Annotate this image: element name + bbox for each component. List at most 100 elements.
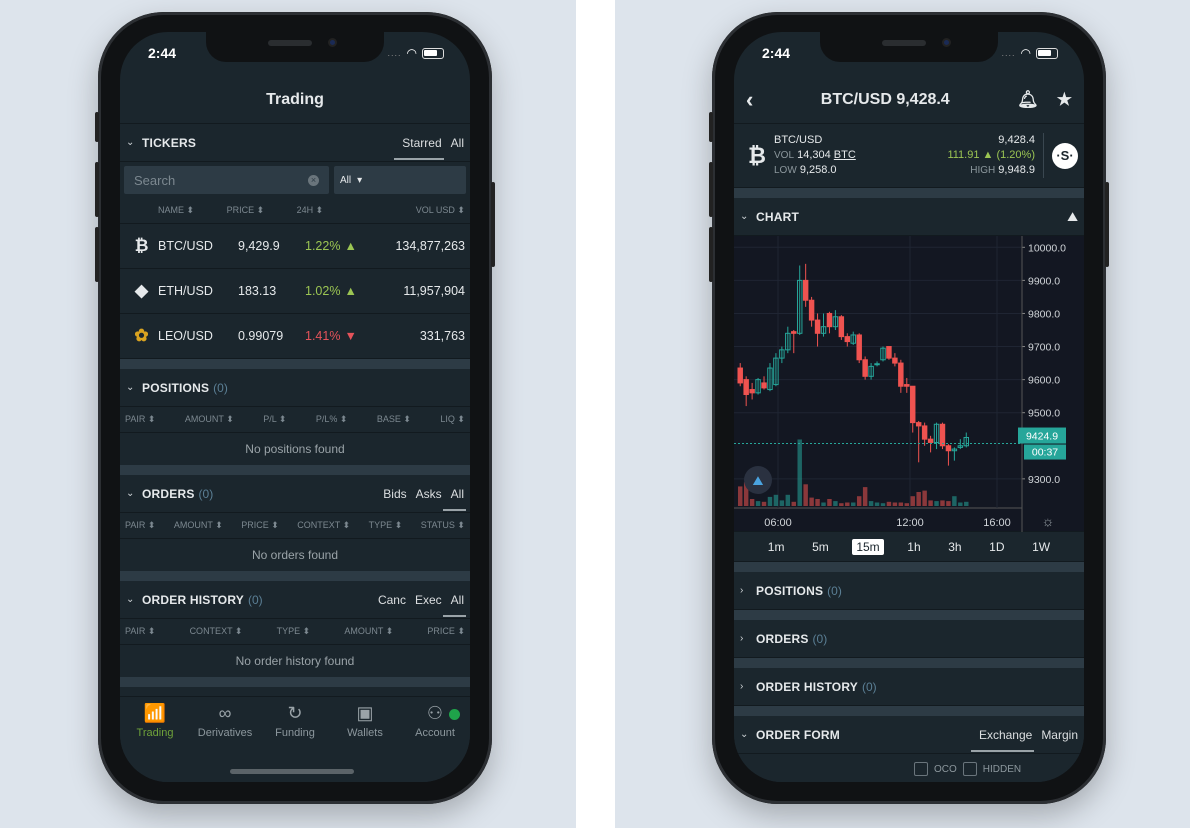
ethereum-icon: ◆ xyxy=(134,281,149,300)
timeframe-3h[interactable]: 3h xyxy=(944,539,965,555)
column-header[interactable]: PAIR ⬍ xyxy=(125,626,155,637)
volume-bar xyxy=(779,500,785,506)
sort-icon: ⬍ xyxy=(223,414,234,424)
column-label: AMOUNT xyxy=(344,626,384,636)
section-header[interactable]: › ORDERS (0) xyxy=(734,620,1084,658)
x-tick-label: 16:00 xyxy=(983,517,1011,529)
hidden-checkbox[interactable] xyxy=(962,762,977,776)
column-header[interactable]: PAIR ⬍ xyxy=(125,414,155,425)
order-form-header[interactable]: ⌄ ORDER FORM Exchange Margin xyxy=(734,716,1084,754)
column-header[interactable]: PAIR ⬍ xyxy=(125,520,155,531)
volume-bar xyxy=(946,501,951,506)
orders-header[interactable]: ⌄ ORDERS (0) Bids Asks All xyxy=(120,475,470,513)
oco-checkbox[interactable] xyxy=(914,762,928,776)
volume-bar xyxy=(898,502,904,506)
column-header[interactable]: LIQ ⬍ xyxy=(440,414,465,425)
back-icon[interactable]: ‹ xyxy=(746,87,753,113)
timeframe-15m[interactable]: 15m xyxy=(852,538,884,555)
tab-bids[interactable]: Bids xyxy=(383,477,406,511)
nav-item-account[interactable]: ⚇ Account xyxy=(400,703,470,782)
timeframe-1W[interactable]: 1W xyxy=(1028,539,1054,555)
column-header[interactable]: AMOUNT ⬍ xyxy=(344,626,393,637)
section-title: ORDERS xyxy=(142,486,195,501)
bell-icon[interactable]: 🔔︎ xyxy=(1017,90,1039,110)
tab-all[interactable]: All xyxy=(442,583,467,617)
timeframe-5m[interactable]: 5m xyxy=(808,539,833,555)
column-header[interactable]: AMOUNT ⬍ xyxy=(185,414,234,425)
clear-icon[interactable]: × xyxy=(308,174,319,186)
column-header[interactable]: AMOUNT ⬍ xyxy=(174,520,223,531)
column-header[interactable]: STATUS ⬍ xyxy=(421,520,465,531)
count-badge: (0) xyxy=(812,631,828,646)
section-title: POSITIONS xyxy=(756,583,824,598)
positions-header[interactable]: ⌄ POSITIONS (0) xyxy=(120,369,470,407)
tab-exchange[interactable]: Exchange xyxy=(970,718,1035,752)
column-label: PRICE xyxy=(427,626,455,636)
column-header[interactable]: P/L ⬍ xyxy=(263,414,286,425)
tab-canc[interactable]: Canc xyxy=(378,583,406,617)
home-indicator xyxy=(230,769,354,774)
timeframe-selector: 1m 5m 15m 1h 3h 1D 1W xyxy=(734,532,1084,562)
timeframe-1D[interactable]: 1D xyxy=(985,539,1008,555)
column-header[interactable]: BASE ⬍ xyxy=(377,414,411,425)
column-header[interactable]: PRICE ⬍ xyxy=(241,520,279,531)
notch xyxy=(820,32,998,62)
up-arrow-icon: ▲ xyxy=(982,149,994,161)
tab-all[interactable]: All xyxy=(451,126,464,160)
volume-bar xyxy=(833,501,838,506)
section-header[interactable]: › ORDER HISTORY (0) xyxy=(734,668,1084,706)
column-header[interactable]: CONTEXT ⬍ xyxy=(297,520,350,531)
tickers-header[interactable]: ⌄ TICKERS Starred All xyxy=(120,124,470,162)
column-header[interactable]: CONTEXT ⬍ xyxy=(190,626,243,637)
column-header[interactable]: TYPE ⬍ xyxy=(277,626,311,637)
orders-section: › ORDERS (0) xyxy=(734,620,1084,658)
search-input[interactable]: Search × xyxy=(124,166,329,194)
order-history-header[interactable]: ⌄ ORDER HISTORY (0) Canc Exec All xyxy=(120,581,470,619)
volume-unit-link[interactable]: BTC xyxy=(834,149,856,161)
tab-all[interactable]: All xyxy=(442,477,467,511)
col-name[interactable]: NAME ⬍ xyxy=(158,205,194,216)
nav-item-trading[interactable]: 📶 Trading xyxy=(120,703,190,782)
chart-type-icon[interactable]: ⛰ xyxy=(1067,209,1078,225)
tab-margin[interactable]: Margin xyxy=(1041,718,1078,752)
col-24h[interactable]: 24H ⬍ xyxy=(297,205,324,216)
column-label: PAIR xyxy=(125,414,146,424)
chart-svg: 10000.0 9900.0 9800.0 9700.0 9600.0 9500.0 930… xyxy=(734,236,1066,532)
timeframe-1m[interactable]: 1m xyxy=(764,539,789,555)
col-price[interactable]: PRICE ⬍ xyxy=(227,205,265,216)
sort-icon: ⬍ xyxy=(337,414,348,424)
volume-bar xyxy=(862,487,868,506)
chevron-right-icon: › xyxy=(740,585,744,596)
candlestick-chart[interactable]: 10000.0 9900.0 9800.0 9700.0 9600.0 9500.0 930… xyxy=(734,236,1084,532)
positions-section: ⌄ POSITIONS (0) PAIR ⬍ AMOUNT ⬍ P/L ⬍ P/L% … xyxy=(120,369,470,465)
tab-exec[interactable]: Exec xyxy=(415,583,442,617)
ticker-row[interactable]: ₿ BTC/USD 9,429.9 1.22% ▲ 134,877,263 xyxy=(120,224,470,269)
timeframe-1h[interactable]: 1h xyxy=(903,539,924,555)
column-header[interactable]: P/L% ⬍ xyxy=(316,414,348,425)
candle-body xyxy=(749,389,755,394)
volume-bar xyxy=(845,502,850,506)
ticker-row[interactable]: ✿ LEO/USD 0.99079 1.41% ▼ 331,763 xyxy=(120,314,470,359)
ticker-price: 183.13 xyxy=(238,284,277,298)
change-value: 1.41% xyxy=(305,329,341,343)
tab-asks[interactable]: Asks xyxy=(416,477,442,511)
candle-body xyxy=(743,379,749,396)
tab-starred[interactable]: Starred xyxy=(394,126,445,160)
chart-header[interactable]: ⌄ CHART ⛰ xyxy=(734,198,1084,236)
last-price: 9,428.4 xyxy=(998,134,1035,146)
column-header[interactable]: TYPE ⬍ xyxy=(369,520,403,531)
column-label: P/L% xyxy=(315,414,338,424)
chevron-down-icon: ⌄ xyxy=(126,382,135,393)
filter-select[interactable]: All ▾ xyxy=(334,166,466,194)
star-icon[interactable]: ★ xyxy=(1057,90,1072,110)
tickers-section: ⌄ TICKERS Starred All Search × All ▾ NAME … xyxy=(120,124,470,359)
section-header[interactable]: › POSITIONS (0) xyxy=(734,572,1084,610)
column-header[interactable]: PRICE ⬍ xyxy=(427,626,465,637)
settings-icon[interactable]: ☼ xyxy=(1042,513,1055,529)
col-vol[interactable]: VOL USD ⬍ xyxy=(416,205,465,216)
candle-body xyxy=(802,279,809,301)
ticker-row[interactable]: ◆ ETH/USD 183.13 1.02% ▲ 11,957,904 xyxy=(120,269,470,314)
volume-bar xyxy=(791,501,796,506)
order-history-section: › ORDER HISTORY (0) xyxy=(734,668,1084,706)
exchange-logo-icon[interactable]: ·S· xyxy=(1052,142,1078,169)
